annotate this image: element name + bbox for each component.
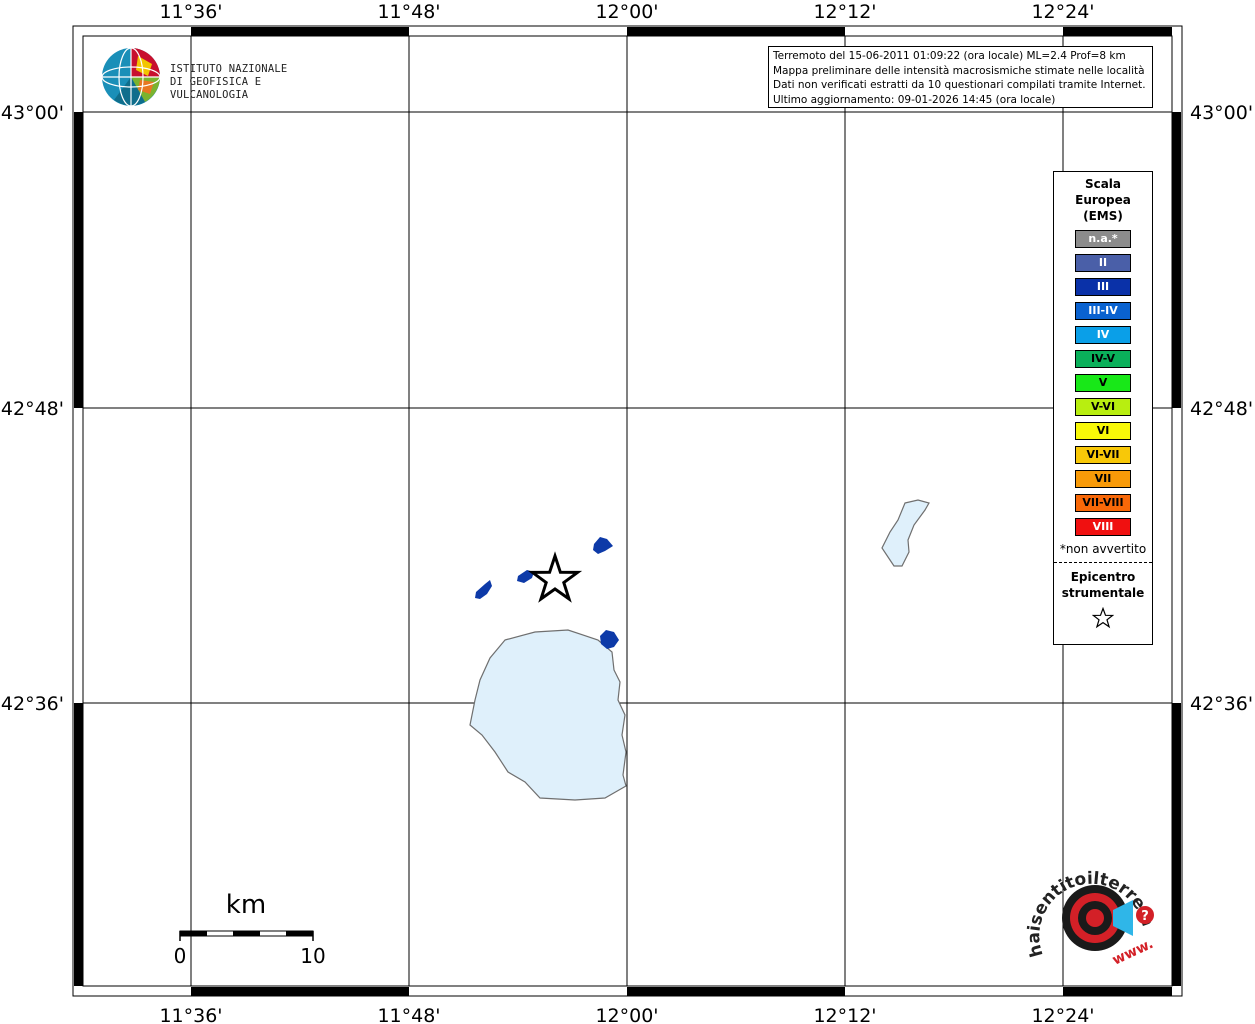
logo-line2: DI GEOFISICA E VULCANOLOGIA <box>170 76 262 101</box>
hsit-logo: haisentitoilterremoto.it ? www. <box>1019 845 1160 975</box>
lon-label-bottom: 12°00' <box>595 1005 658 1024</box>
epicentre-star-icon <box>1091 606 1115 629</box>
scale-bar: km 0 10 <box>174 890 326 968</box>
event-info-box: Terremoto del 15-06-2011 01:09:22 (ora l… <box>768 46 1153 108</box>
lon-label-top: 11°36' <box>159 1 222 23</box>
lon-label-top: 11°48' <box>377 1 440 23</box>
logo-line1: ISTITUTO NAZIONALE <box>170 63 288 75</box>
info-line3: Dati non verificati estratti da 10 quest… <box>773 79 1146 91</box>
globe-icon <box>101 47 161 107</box>
lon-label-top: 12°00' <box>595 1 658 23</box>
legend-swatch: VI <box>1075 422 1131 440</box>
lat-label-left: 42°48' <box>1 398 64 420</box>
legend-swatch: V-VI <box>1075 398 1131 416</box>
ems-legend: Scala Europea (EMS) n.a.* II III III-IV IV IV… <box>1053 171 1153 645</box>
info-line1: Terremoto del 15-06-2011 01:09:22 (ora l… <box>773 50 1126 62</box>
legend-title-2: Europea <box>1075 193 1131 207</box>
lake-corbara <box>881 499 930 567</box>
legend-swatch: III-IV <box>1075 302 1131 320</box>
legend-swatches: n.a.* II III III-IV IV IV-V V V-VI VI VI-VII VII VI… <box>1054 230 1152 536</box>
lon-label-bottom: 12°12' <box>813 1005 876 1024</box>
legend-swatch: VII <box>1075 470 1131 488</box>
scale-max: 10 <box>300 944 325 968</box>
legend-title-3: (EMS) <box>1083 209 1123 223</box>
info-line4: Ultimo aggiornamento: 09-01-2026 14:45 (… <box>773 93 1056 106</box>
legend-epicentre-1: Epicentro <box>1070 570 1136 584</box>
legend-swatch: III <box>1075 278 1131 296</box>
lat-label-left: 42°36' <box>1 693 64 715</box>
legend-swatch: V <box>1075 374 1131 392</box>
legend-separator <box>1054 562 1152 563</box>
hsit-emblem-icon: haisentitoilterremoto.it ? www. <box>1019 845 1157 969</box>
scale-min: 0 <box>174 944 187 968</box>
legend-swatch: IV <box>1075 326 1131 344</box>
info-line2: Mappa preliminare delle intensità macros… <box>773 64 1145 77</box>
lake-bolsena <box>469 629 627 801</box>
legend-epicentre-2: strumentale <box>1061 586 1145 600</box>
lon-label-bottom: 11°36' <box>159 1005 222 1024</box>
legend-title-1: Scala <box>1084 177 1122 191</box>
legend-note: *non avvertito <box>1059 542 1147 556</box>
lon-label-top: 12°12' <box>813 1 876 23</box>
lon-label-bottom: 11°48' <box>377 1005 440 1024</box>
locality-marker <box>593 537 613 554</box>
ingv-logo: ISTITUTO NAZIONALE DI GEOFISICA E VULCAN… <box>100 46 320 110</box>
lat-label-right: 43°00' <box>1190 102 1253 124</box>
locality-marker <box>475 580 492 599</box>
lon-label-bottom: 12°24' <box>1031 1005 1094 1024</box>
legend-swatch: VII-VIII <box>1075 494 1131 512</box>
legend-swatch: VI-VII <box>1075 446 1131 464</box>
lat-label-right: 42°36' <box>1190 693 1253 715</box>
lat-label-right: 42°48' <box>1190 398 1253 420</box>
lon-label-top: 12°24' <box>1031 1 1094 23</box>
legend-swatch: IV-V <box>1075 350 1131 368</box>
svg-text:?: ? <box>1141 909 1149 924</box>
legend-swatch: VIII <box>1075 518 1131 536</box>
graticule <box>83 36 1172 986</box>
legend-swatch: II <box>1075 254 1131 272</box>
lat-label-left: 43°00' <box>1 102 64 124</box>
scale-unit: km <box>226 890 266 920</box>
legend-swatch: n.a.* <box>1075 230 1131 248</box>
epicentre-star <box>527 551 583 603</box>
